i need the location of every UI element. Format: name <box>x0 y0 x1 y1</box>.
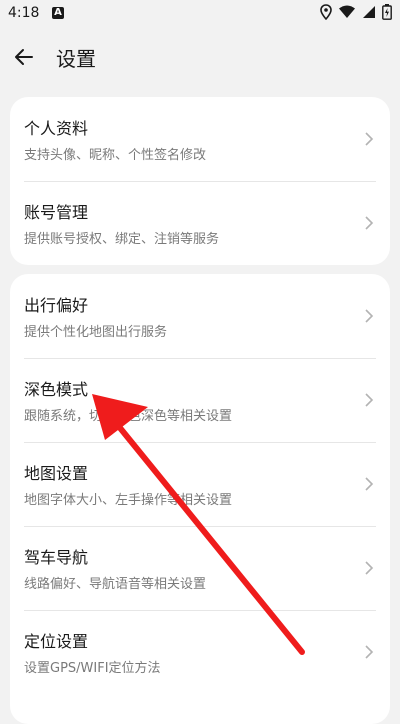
item-title: 账号管理 <box>24 203 89 222</box>
item-subtitle: 提供个性化地图出行服务 <box>24 325 168 340</box>
item-title: 定位设置 <box>24 632 89 651</box>
notification-icon: A <box>52 7 64 19</box>
status-icons <box>320 4 392 20</box>
settings-item-map-settings[interactable]: 地图设置 地图字体大小、左手操作等相关设置 <box>10 442 390 526</box>
chevron-right-icon <box>365 477 374 491</box>
item-subtitle: 跟随系统，切换浅色深色等相关设置 <box>24 409 233 424</box>
item-subtitle: 线路偏好、导航语音等相关设置 <box>24 577 207 592</box>
battery-icon <box>382 4 392 20</box>
item-subtitle: 设置GPS/WIFI定位方法 <box>24 661 161 676</box>
location-icon <box>320 4 332 20</box>
settings-item-navigation[interactable]: 驾车导航 线路偏好、导航语音等相关设置 <box>10 526 390 610</box>
app-bar: 设置 <box>0 30 400 82</box>
settings-group-account: 个人资料 支持头像、昵称、个性签名修改 账号管理 提供账号授权、绑定、注销等服务 <box>10 97 390 265</box>
item-title: 地图设置 <box>24 464 89 483</box>
status-bar: 4:18 A <box>0 0 400 30</box>
settings-item-location[interactable]: 定位设置 设置GPS/WIFI定位方法 <box>10 610 390 694</box>
back-arrow-icon <box>15 49 33 65</box>
chevron-right-icon <box>365 393 374 407</box>
item-subtitle: 提供账号授权、绑定、注销等服务 <box>24 232 220 247</box>
chevron-right-icon <box>365 132 374 146</box>
item-title: 个人资料 <box>24 119 89 138</box>
chevron-right-icon <box>365 216 374 230</box>
wifi-icon <box>339 5 355 18</box>
chevron-right-icon <box>365 561 374 575</box>
item-subtitle: 支持头像、昵称、个性签名修改 <box>24 148 207 163</box>
settings-item-dark-mode[interactable]: 深色模式 跟随系统，切换浅色深色等相关设置 <box>10 358 390 442</box>
chevron-right-icon <box>365 309 374 323</box>
item-subtitle: 地图字体大小、左手操作等相关设置 <box>24 493 233 508</box>
status-time: 4:18 <box>8 5 40 21</box>
item-title: 深色模式 <box>24 380 89 399</box>
settings-item-profile[interactable]: 个人资料 支持头像、昵称、个性签名修改 <box>10 97 390 181</box>
settings-item-travel-preference[interactable]: 出行偏好 提供个性化地图出行服务 <box>10 274 390 358</box>
page-title: 设置 <box>56 47 96 71</box>
settings-group-preferences: 出行偏好 提供个性化地图出行服务 深色模式 跟随系统，切换浅色深色等相关设置 地… <box>10 274 390 724</box>
chevron-right-icon <box>365 645 374 659</box>
item-title: 驾车导航 <box>24 548 89 567</box>
signal-icon <box>363 6 375 18</box>
back-button[interactable] <box>8 41 40 73</box>
item-title: 出行偏好 <box>24 296 89 315</box>
settings-item-account[interactable]: 账号管理 提供账号授权、绑定、注销等服务 <box>10 181 390 265</box>
